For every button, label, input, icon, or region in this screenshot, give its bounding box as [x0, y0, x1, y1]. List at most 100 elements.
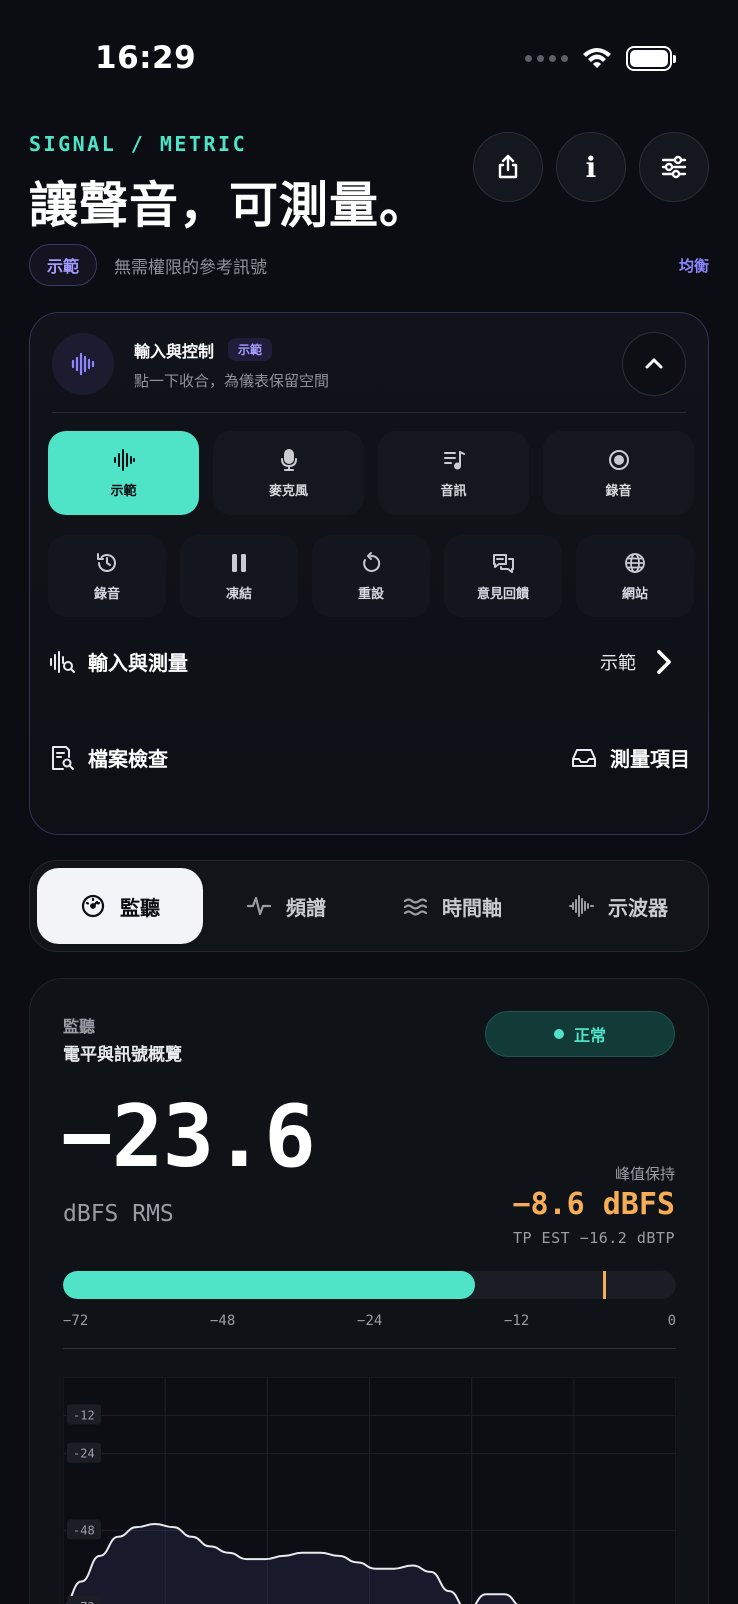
oscilloscope-icon	[569, 895, 594, 917]
source-audio-button[interactable]: 音訊	[378, 431, 529, 515]
action-label: 重設	[357, 586, 384, 602]
website-button[interactable]: 網站	[576, 535, 694, 617]
source-label: 音訊	[440, 483, 467, 499]
collapse-button[interactable]	[622, 332, 686, 396]
status-badge: 正常	[485, 1011, 675, 1057]
input-card-title: 輸入與控制	[134, 341, 215, 361]
file-inspect-label: 檔案檢查	[88, 747, 168, 771]
share-icon	[498, 154, 518, 179]
share-button[interactable]	[473, 132, 543, 202]
input-card-titles: 輸入與控制 示範 點一下收合，為儀表保留空間	[134, 338, 329, 391]
status-dot-icon	[553, 1029, 564, 1039]
input-card-subtitle: 點一下收合，為儀表保留空間	[134, 371, 330, 390]
card-divider	[52, 412, 686, 413]
monitor-kicker: 監聽	[63, 1017, 96, 1036]
tab-monitor[interactable]: 監聽	[37, 868, 203, 944]
action-label: 錄音	[93, 586, 120, 602]
monitor-card: 監聽 電平與訊號概覽 正常 −23.6 dBFS RMS 峰值保持 −8.6 d…	[29, 978, 709, 1604]
chevron-right-icon	[657, 649, 671, 674]
feedback-icon	[493, 553, 514, 573]
source-microphone-button[interactable]: 麥克風	[213, 431, 364, 515]
source-record-button[interactable]: 錄音	[543, 431, 694, 515]
peak-hold-label: 峰值保持	[614, 1165, 675, 1183]
tab-label: 時間軸	[442, 895, 502, 920]
source-selector: 示範 麥克風 音訊 錄音	[48, 431, 694, 515]
source-label: 示範	[110, 483, 137, 499]
monitor-heading: 電平與訊號概覽	[63, 1045, 182, 1065]
wifi-icon	[583, 47, 611, 68]
chevron-up-icon	[645, 358, 663, 369]
action-label: 凍結	[225, 586, 252, 602]
tab-oscilloscope[interactable]: 示波器	[535, 868, 701, 944]
status-text: 正常	[573, 1026, 606, 1045]
meter-scale: −72 −48 −24 −12 0	[63, 1313, 676, 1333]
microphone-icon	[280, 448, 297, 471]
recordings-history-button[interactable]: 錄音	[48, 535, 166, 617]
tab-label: 頻譜	[286, 895, 326, 920]
scale-label: −24	[357, 1313, 383, 1329]
record-icon	[608, 449, 629, 470]
rms-unit: dBFS RMS	[63, 1201, 174, 1227]
battery-icon	[626, 46, 676, 71]
source-label: 麥克風	[268, 483, 308, 499]
spectrum-chart: -12 -24 -48 -72	[63, 1377, 676, 1604]
info-button[interactable]: i	[556, 132, 626, 202]
scale-label: −72	[63, 1313, 89, 1329]
settings-button[interactable]	[639, 132, 709, 202]
pause-icon	[232, 553, 246, 572]
svg-text:-72: -72	[73, 1600, 95, 1604]
source-demo-button[interactable]: 示範	[48, 431, 199, 515]
action-label: 意見回饋	[476, 586, 529, 602]
scale-label: −48	[210, 1313, 236, 1329]
file-inspect-link[interactable]: 檔案檢查	[48, 743, 168, 772]
history-icon	[97, 552, 116, 572]
music-list-icon	[443, 450, 465, 469]
rms-value: −23.6	[61, 1087, 316, 1187]
cellular-signal-icon	[525, 55, 568, 62]
action-row: 錄音 凍結 重設 意見回饋 網站	[48, 535, 694, 617]
waveform-icon	[71, 352, 95, 376]
svg-text:-12: -12	[73, 1408, 95, 1422]
svg-text:-48: -48	[73, 1523, 95, 1537]
feedback-button[interactable]: 意見回饋	[444, 535, 562, 617]
level-meter-fill	[63, 1271, 476, 1299]
peak-hold-value: −8.6 dBFS	[512, 1187, 675, 1222]
pulse-icon	[246, 896, 272, 916]
scale-label: −12	[504, 1313, 530, 1329]
page-title: 讓聲音，可測量。	[29, 177, 430, 234]
tab-spectrum[interactable]: 頻譜	[203, 868, 369, 944]
y-tick-label: -24	[67, 1442, 101, 1463]
subtitle-text: 無需權限的參考訊號	[114, 257, 268, 278]
waveform-icon	[113, 448, 135, 471]
document-search-icon	[52, 745, 74, 770]
header-actions: i	[473, 132, 709, 202]
tab-timeline[interactable]: 時間軸	[369, 868, 535, 944]
brand-label: SIGNAL / METRIC	[29, 132, 248, 156]
level-meter	[63, 1271, 676, 1299]
status-time: 16:29	[95, 40, 197, 76]
monitor-divider	[63, 1348, 676, 1349]
input-measure-value: 示範	[600, 652, 636, 674]
demo-mode-pill[interactable]: 示範	[29, 244, 98, 286]
input-measure-row[interactable]: 輸入與測量 示範	[48, 647, 690, 676]
svg-text:-24: -24	[73, 1447, 95, 1461]
peak-marker	[602, 1271, 606, 1299]
reset-button[interactable]: 重設	[312, 535, 430, 617]
action-label: 網站	[621, 586, 648, 602]
tab-label: 示波器	[608, 895, 668, 920]
view-tabs: 監聽 頻譜 時間軸 示波器	[29, 860, 709, 952]
demo-tag: 示範	[228, 338, 273, 361]
y-tick-label: -12	[67, 1404, 101, 1425]
measure-items-link[interactable]: 測量項目	[570, 743, 690, 772]
input-control-card: 輸入與控制 示範 點一下收合，為儀表保留空間 示範 麥克風 音訊 錄音 錄音 凍…	[29, 312, 709, 835]
freeze-button[interactable]: 凍結	[180, 535, 298, 617]
status-indicators	[525, 46, 676, 71]
tray-icon	[572, 748, 596, 767]
input-card-header[interactable]: 輸入與控制 示範 點一下收合，為儀表保留空間	[52, 332, 686, 396]
globe-icon	[625, 552, 645, 573]
sliders-icon	[661, 155, 687, 179]
balance-link[interactable]: 均衡	[679, 255, 709, 276]
subtitle-row: 示範 無需權限的參考訊號 均衡	[29, 244, 709, 286]
waveform-search-icon	[50, 650, 75, 673]
tab-label: 監聽	[120, 895, 160, 920]
